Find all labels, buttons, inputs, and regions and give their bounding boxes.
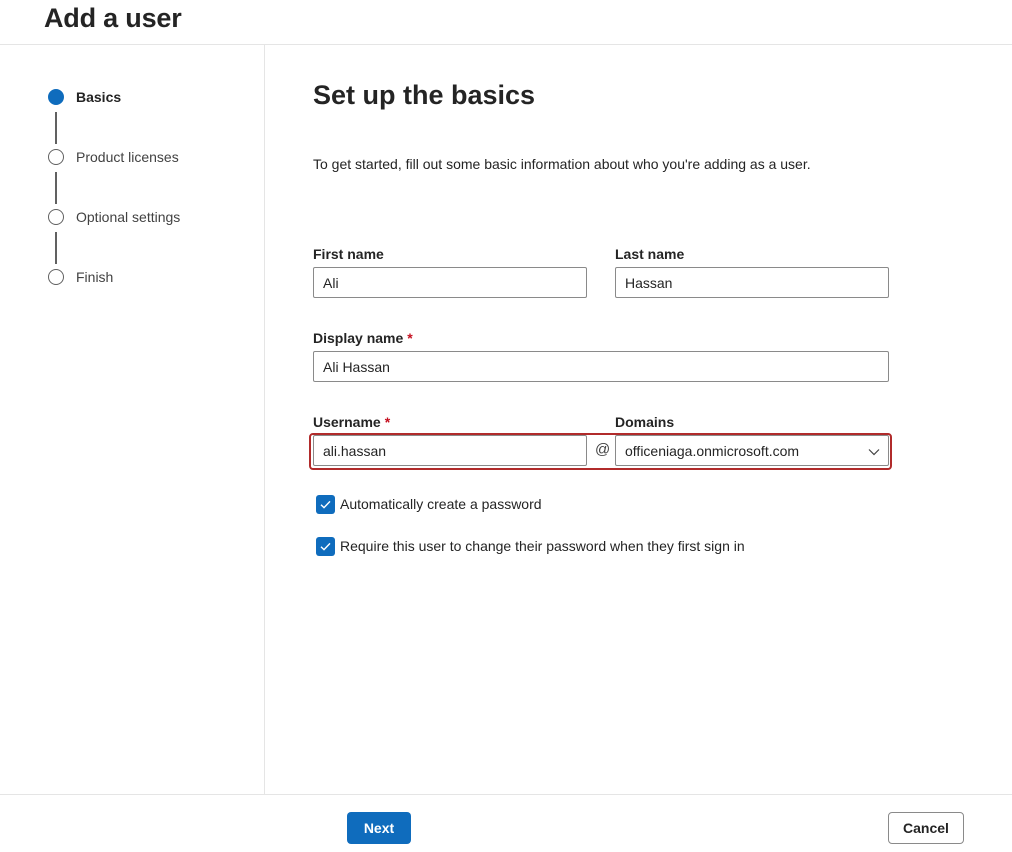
username-label: Username — [313, 414, 381, 430]
display-name-label-row: Display name * — [313, 330, 413, 346]
checkmark-icon — [320, 542, 331, 551]
step-pending-indicator-icon — [48, 209, 64, 225]
domains-selected-value: officeniaga.onmicrosoft.com — [625, 443, 800, 459]
last-name-input[interactable] — [615, 267, 889, 298]
username-label-row: Username * — [313, 414, 390, 430]
domains-label: Domains — [615, 414, 675, 430]
step-connector — [55, 232, 57, 264]
step-label: Optional settings — [76, 209, 181, 225]
step-label: Basics — [76, 89, 122, 105]
step-label: Product licenses — [76, 149, 179, 165]
auto-password-label: Automatically create a password — [340, 496, 542, 512]
step-label: Finish — [76, 269, 114, 285]
intro-text: To get started, fill out some basic info… — [313, 156, 811, 172]
auto-password-checkbox[interactable] — [316, 495, 335, 514]
domains-select[interactable]: officeniaga.onmicrosoft.com — [615, 435, 889, 466]
username-input[interactable] — [313, 435, 587, 466]
checkmark-icon — [320, 500, 331, 509]
first-name-input[interactable] — [313, 267, 587, 298]
page-title: Add a user — [44, 3, 182, 33]
section-title: Set up the basics — [313, 80, 536, 110]
step-connector — [55, 172, 57, 204]
chevron-down-icon — [867, 445, 881, 459]
step-pending-indicator-icon — [48, 269, 64, 285]
display-name-input[interactable] — [313, 351, 889, 382]
step-current-indicator-icon — [48, 89, 64, 105]
display-name-label: Display name — [313, 330, 404, 346]
require-password-change-checkbox[interactable] — [316, 537, 335, 556]
last-name-label: Last name — [615, 246, 685, 262]
required-marker: * — [407, 330, 413, 346]
cancel-button[interactable]: Cancel — [888, 812, 964, 844]
step-connector — [55, 112, 57, 144]
first-name-label: First name — [313, 246, 384, 262]
next-button[interactable]: Next — [347, 812, 411, 844]
required-marker: * — [384, 414, 391, 430]
wizard-footer — [0, 794, 1012, 852]
require-password-change-label: Require this user to change their passwo… — [340, 538, 745, 554]
page-header: Add a user — [0, 0, 1012, 45]
step-pending-indicator-icon — [48, 149, 64, 165]
at-symbol: @ — [595, 441, 611, 458]
